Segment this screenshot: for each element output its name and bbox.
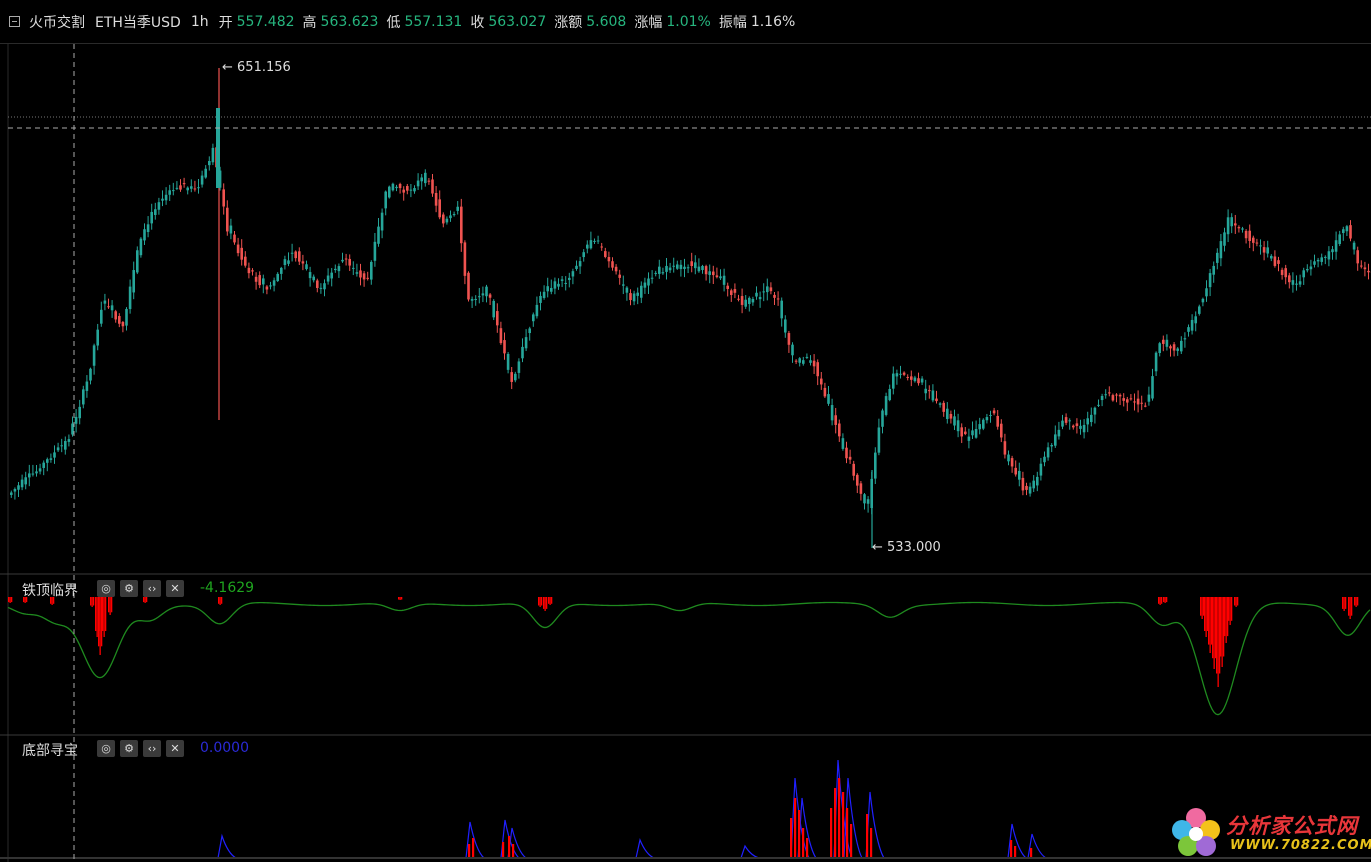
bottom-treasure-indicator [0, 759, 1371, 859]
candlestick-series [10, 68, 1371, 548]
indicator-value-top-critical: -4.1629 [200, 580, 255, 596]
indicator-controls-2: ◎ ⚙ ‹› ✕ [97, 740, 184, 757]
watermark-logo: 分析家公式网 WWW.70822.COM [1168, 804, 1371, 860]
close-icon[interactable]: ✕ [166, 740, 184, 757]
indicator-title-bottom-treasure: 底部寻宝 [22, 743, 78, 759]
top-critical-indicator [7, 597, 1371, 716]
watermark-brand: 分析家公式网 [1226, 814, 1358, 838]
chart-canvas[interactable] [0, 0, 1371, 862]
min-price-marker: ← 533.000 [872, 540, 941, 555]
indicator-value-bottom-treasure: 0.0000 [200, 740, 249, 756]
eye-off-icon[interactable]: ◎ [97, 740, 115, 757]
watermark-url: WWW.70822.COM [1230, 838, 1371, 853]
flower-logo-icon [1172, 808, 1220, 856]
eye-off-icon[interactable]: ◎ [97, 580, 115, 597]
gear-icon[interactable]: ⚙ [120, 580, 138, 597]
gear-icon[interactable]: ⚙ [120, 740, 138, 757]
max-price-value: 651.156 [237, 60, 291, 75]
max-price-marker: ← 651.156 [222, 60, 291, 75]
min-price-value: 533.000 [887, 540, 941, 555]
indicator-title-top-critical: 铁顶临界 [22, 583, 78, 599]
indicator-controls-1: ◎ ⚙ ‹› ✕ [97, 580, 184, 597]
code-icon[interactable]: ‹› [143, 580, 161, 597]
code-icon[interactable]: ‹› [143, 740, 161, 757]
close-icon[interactable]: ✕ [166, 580, 184, 597]
